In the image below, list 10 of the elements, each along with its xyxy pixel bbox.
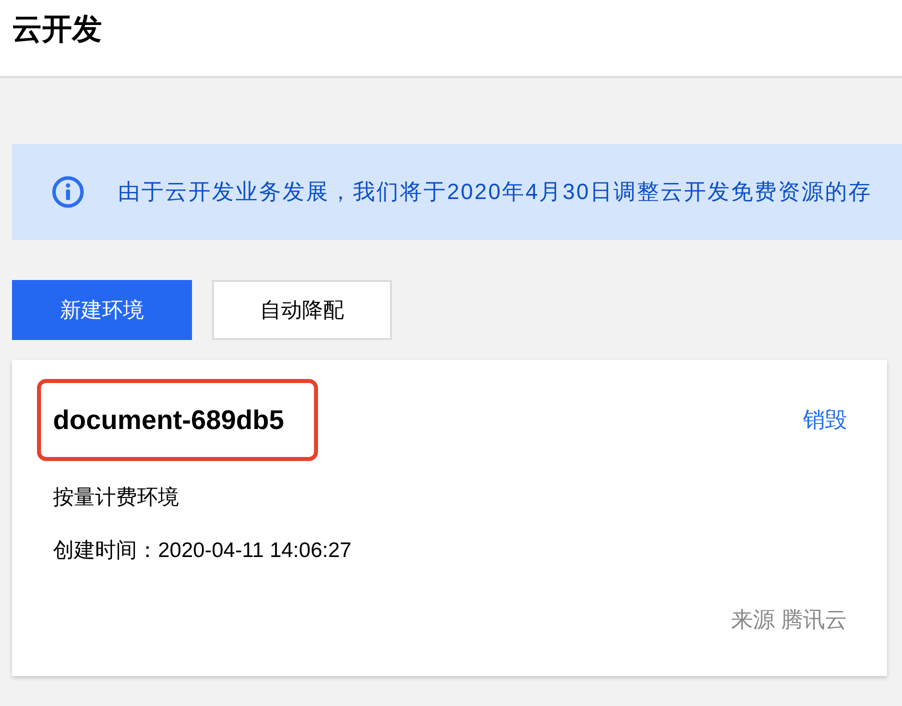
info-icon (52, 176, 84, 208)
source-label: 来源 腾讯云 (730, 606, 847, 634)
environment-name: document-689db5 (53, 404, 284, 436)
create-environment-button[interactable]: 新建环境 (12, 280, 192, 340)
billing-type: 按量计费环境 (53, 485, 179, 511)
secondary-button[interactable]: 自动降配 (212, 280, 392, 340)
creation-time: 创建时间：2020-04-11 14:06:27 (53, 538, 352, 564)
notice-text: 由于云开发业务发展，我们将于2020年4月30日调整云开发免费资源的存 (118, 178, 872, 206)
destroy-link[interactable]: 销毁 (803, 405, 847, 435)
page-title: 云开发 (12, 12, 102, 48)
